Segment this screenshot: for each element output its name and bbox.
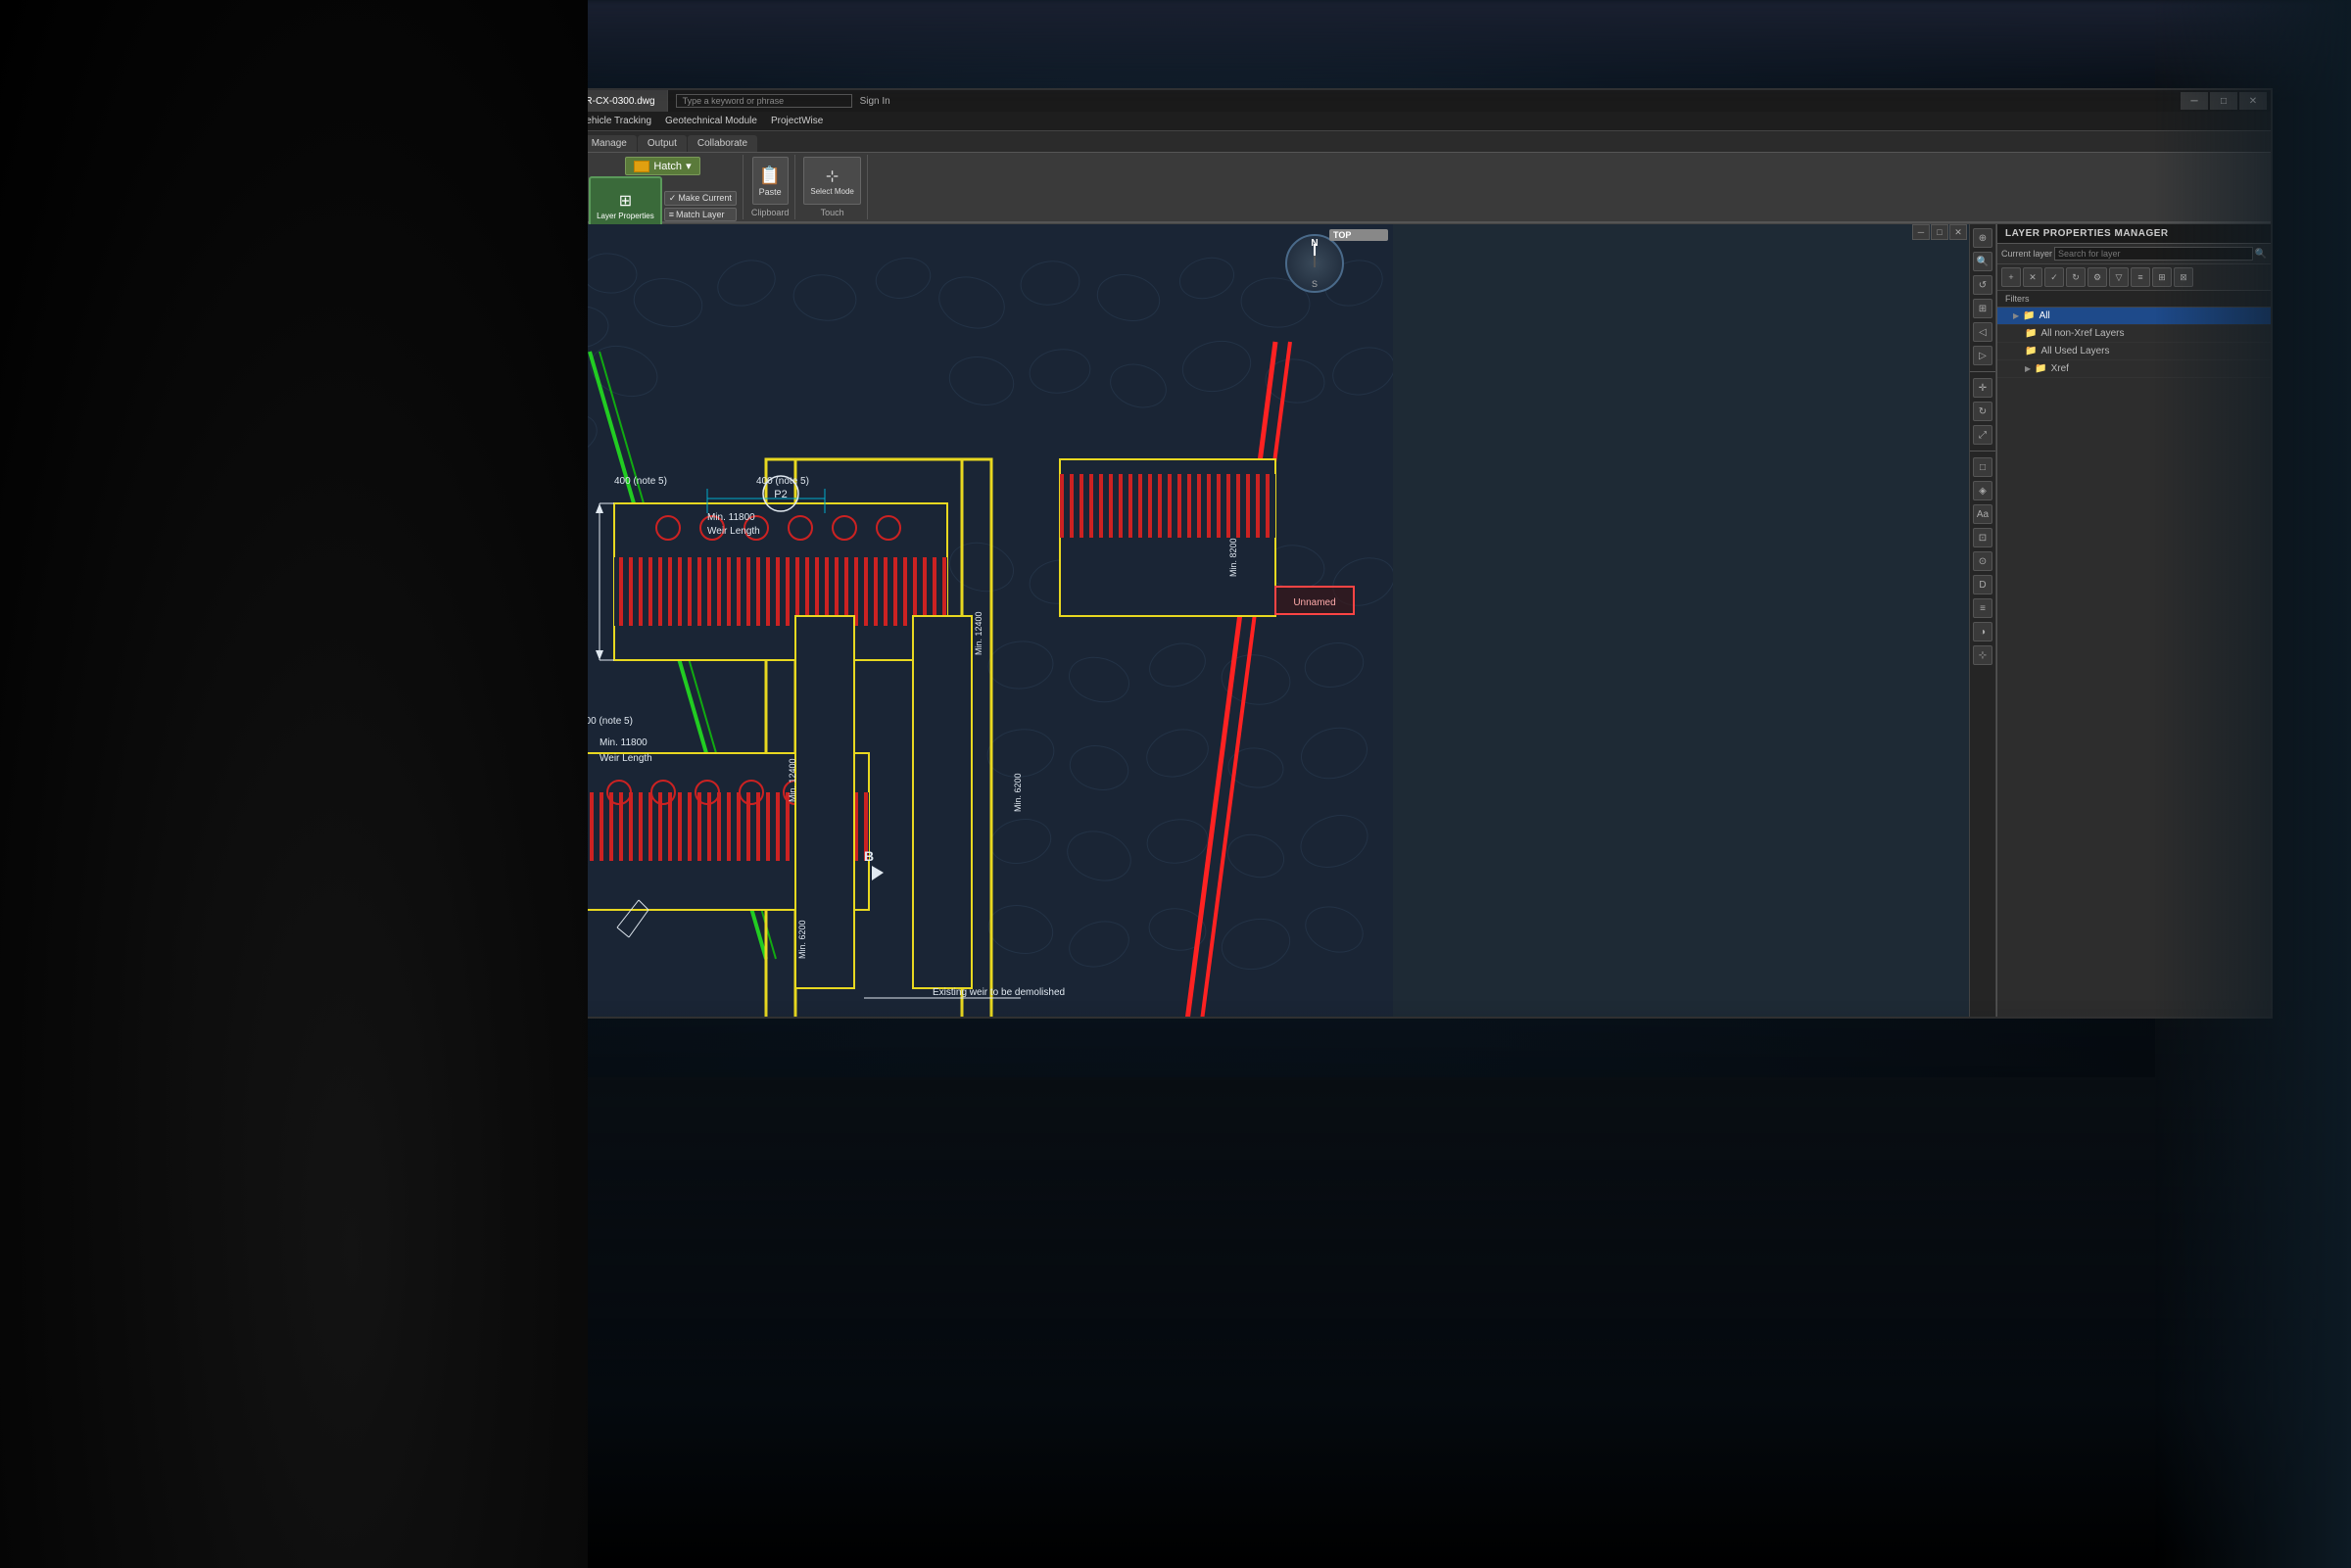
- touch-label: Touch: [821, 206, 844, 217]
- lp-tree-btn[interactable]: ≡: [2131, 267, 2150, 287]
- group-clipboard: 📋 Paste Clipboard: [745, 155, 796, 219]
- viewport-close-btn[interactable]: ✕: [1949, 224, 1967, 240]
- sidebar-transparency-icon[interactable]: ◑: [1973, 622, 1992, 641]
- viewport-minimize-btn[interactable]: ─: [1912, 224, 1930, 240]
- svg-text:Min. 11800: Min. 11800: [707, 512, 755, 523]
- svg-text:Min. 12400: Min. 12400: [788, 758, 797, 802]
- sidebar-extent-icon[interactable]: ⊞: [1973, 299, 1992, 318]
- sidebar-view-icon[interactable]: ◈: [1973, 481, 1992, 500]
- svg-text:Min. 11800: Min. 11800: [600, 737, 648, 748]
- lp-filter-btn[interactable]: ▽: [2109, 267, 2129, 287]
- svg-text:Min. 8200: Min. 8200: [1228, 538, 1238, 577]
- menu-item-projectwise[interactable]: ProjectWise: [765, 114, 829, 128]
- sidebar-next-icon[interactable]: ▷: [1973, 346, 1992, 365]
- svg-text:Min. 6200: Min. 6200: [1013, 773, 1023, 812]
- folder-icon-usedlayers: 📁: [2025, 346, 2037, 356]
- layer-tree-label-xref: Xref: [2051, 363, 2069, 374]
- svg-text:Min. 12400: Min. 12400: [974, 611, 984, 655]
- viewport-restore-btn[interactable]: □: [1931, 224, 1948, 240]
- svg-text:P2: P2: [774, 489, 787, 500]
- group-touch: ⊹ Select Mode Touch: [797, 155, 867, 219]
- sidebar-zoom-icon[interactable]: 🔍: [1973, 252, 1992, 271]
- sidebar-snap-icon[interactable]: ⊡: [1973, 528, 1992, 547]
- ribbon: Infraworks Help Raster Tools Express Too…: [335, 112, 2271, 224]
- sidebar-model-icon[interactable]: □: [1973, 457, 1992, 477]
- folder-icon-nonxref: 📁: [2025, 328, 2037, 339]
- lp-current-btn[interactable]: ✓: [2044, 267, 2064, 287]
- sidebar-divider: [1970, 371, 1995, 372]
- compass-needle: [1314, 244, 1316, 267]
- menu-bar: Infraworks Help Raster Tools Express Too…: [335, 112, 2271, 131]
- select-mode-icon: ⊹: [826, 166, 839, 186]
- lp-delete-btn[interactable]: ✕: [2023, 267, 2042, 287]
- sidebar-move2d-icon[interactable]: ✛: [1973, 378, 1992, 398]
- folder-icon-xref: 📁: [2035, 363, 2046, 374]
- folder-icon-all: 📁: [2023, 310, 2035, 321]
- match-layer-button[interactable]: ≡ Match Layer: [664, 208, 737, 221]
- clipboard-label: Clipboard: [751, 206, 790, 217]
- lp-new-btn[interactable]: +: [2001, 267, 2021, 287]
- hatch-dropdown[interactable]: Hatch ▾: [625, 157, 699, 175]
- sidebar-pan-icon[interactable]: ⊕: [1973, 228, 1992, 248]
- layers-row-1: Hatch ▾: [625, 157, 699, 175]
- tab-manage[interactable]: Manage: [582, 135, 637, 152]
- ribbon-tabs: Home Insert Annotate Modify View Manage …: [335, 131, 2271, 153]
- sidebar-lineweight-icon[interactable]: ≡: [1973, 598, 1992, 618]
- person-silhouette-right: [2155, 0, 2351, 1568]
- svg-text:B: B: [864, 848, 874, 864]
- silhouette-gradient: [0, 0, 588, 1568]
- svg-text:Weir Length: Weir Length: [600, 753, 652, 764]
- layer-tree-label-all: All: [2039, 310, 2050, 321]
- compass-container: N S TOP: [1285, 234, 1344, 305]
- paste-icon: 📋: [759, 166, 781, 186]
- sidebar-orbit-icon[interactable]: ↺: [1973, 275, 1992, 295]
- toolbar-content: ⟋ Line ⊡ ○ ⌒ ▭ Dra: [335, 153, 2271, 223]
- svg-text:400 (note 5): 400 (note 5): [756, 476, 809, 487]
- tab-output[interactable]: Output: [638, 135, 687, 152]
- person-silhouette: [0, 0, 588, 1568]
- svg-text:Weir Length: Weir Length: [707, 526, 760, 537]
- svg-text:Existing weir to be demolished: Existing weir to be demolished: [933, 987, 1065, 998]
- match-layer-icon: ≡: [669, 210, 674, 219]
- cad-sidebar: ⊕ 🔍 ↺ ⊞ ◁ ▷ ✛ ↻ ⤢ □ ◈ Aa ⊡ ⊙ D ≡ ◑ ⊹: [1969, 224, 1996, 1019]
- sidebar-scale2d-icon[interactable]: ⤢: [1973, 425, 1992, 445]
- hatch-icon: [634, 161, 649, 172]
- monitor-screen: Autodesk AutoCAD Civil 3D 2018 - LFD-ARP…: [333, 88, 2273, 1019]
- sidebar-annotation-icon[interactable]: Aa: [1973, 504, 1992, 524]
- select-mode-button[interactable]: ⊹ Select Mode: [803, 157, 860, 205]
- make-current-icon: ✓: [669, 193, 677, 204]
- compass-south-label: S: [1312, 279, 1318, 289]
- layer-tree-label-usedlayers: All Used Layers: [2040, 346, 2109, 356]
- svg-text:Min. 6200: Min. 6200: [797, 920, 807, 959]
- svg-text:400 (note 5): 400 (note 5): [580, 716, 633, 727]
- sidebar-prev-icon[interactable]: ◁: [1973, 322, 1992, 342]
- sidebar-selection-icon[interactable]: ⊹: [1973, 645, 1992, 665]
- sidebar-dynamic-icon[interactable]: D: [1973, 575, 1992, 594]
- make-current-button[interactable]: ✓ Make Current: [664, 191, 737, 206]
- group-layers: Hatch ▾ ⊞ Layer Properties ✓ Make Curren…: [583, 155, 744, 219]
- paste-button[interactable]: 📋 Paste: [752, 157, 789, 205]
- sidebar-rotate2d-icon[interactable]: ↻: [1973, 402, 1992, 421]
- compass: N S: [1285, 234, 1344, 293]
- tab-collaborate[interactable]: Collaborate: [688, 135, 757, 152]
- current-layer-label: Current layer: [2001, 249, 2052, 259]
- lp-settings-btn[interactable]: ⚙: [2087, 267, 2107, 287]
- svg-text:400 (note 5): 400 (note 5): [614, 476, 667, 487]
- layer-tree-label-nonxref: All non-Xref Layers: [2040, 328, 2124, 339]
- hatch-arrow-icon: ▾: [686, 160, 692, 172]
- top-badge: TOP: [1329, 229, 1388, 241]
- expand-arrow-all: ▶: [2013, 311, 2019, 320]
- sidebar-osnap-icon[interactable]: ⊙: [1973, 551, 1992, 571]
- expand-arrow-xref: ▶: [2025, 364, 2031, 373]
- lp-refresh-btn[interactable]: ↻: [2066, 267, 2086, 287]
- viewport-controls: ─ □ ✕: [1912, 224, 1967, 240]
- menu-item-geo[interactable]: Geotechnical Module: [659, 114, 763, 128]
- svg-text:Unnamed: Unnamed: [1293, 597, 1335, 608]
- layer-props-icon: ⊞: [619, 191, 632, 211]
